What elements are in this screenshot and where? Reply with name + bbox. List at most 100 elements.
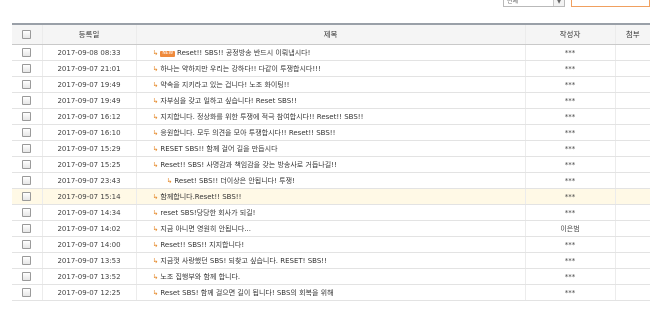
top-search-bar: 전체 ▼ bbox=[0, 0, 650, 13]
table-row[interactable]: 2017-09-07 21:01 ↳ 하나는 약하지만 우리는 강하다!! 다같이 … bbox=[12, 60, 650, 77]
row-author: *** bbox=[524, 108, 615, 125]
table-row[interactable]: 2017-09-07 16:10 ↳ 응원합니다. 모두 의견을 모아 투쟁합시다!… bbox=[12, 124, 650, 141]
table-row[interactable]: 2017-09-07 13:53 ↳ 지금껏 사랑했던 SBS! 되찾고 싶습니다.… bbox=[12, 252, 650, 269]
checkbox-icon[interactable] bbox=[22, 96, 32, 105]
row-author: *** bbox=[524, 284, 615, 301]
author-column-header[interactable]: 작성자 bbox=[524, 23, 615, 45]
row-select-cell bbox=[12, 204, 42, 221]
checkbox-icon[interactable] bbox=[22, 64, 32, 73]
row-title-cell: ↳ Reset!! SBS!! 지지합니다! bbox=[135, 236, 525, 253]
row-select-cell bbox=[12, 284, 42, 301]
row-date: 2017-09-07 16:10 bbox=[41, 124, 136, 141]
checkbox-icon[interactable] bbox=[22, 288, 32, 297]
table-row[interactable]: 2017-09-07 16:12 ↳ 지지합니다. 정상화를 위한 투쟁에 적극 참… bbox=[12, 108, 650, 125]
row-select-cell bbox=[12, 220, 42, 237]
row-select-cell bbox=[12, 236, 42, 253]
row-attachment bbox=[614, 156, 650, 173]
row-date: 2017-09-07 15:29 bbox=[41, 140, 136, 157]
checkbox-icon[interactable] bbox=[22, 30, 32, 40]
checkbox-icon[interactable] bbox=[22, 144, 32, 153]
reply-arrow-icon: ↳ bbox=[152, 272, 159, 281]
row-title-link[interactable]: 하나는 약하지만 우리는 강하다!! 다같이 투쟁합시다!!! bbox=[160, 65, 320, 73]
row-title-link[interactable]: RESET SBS!! 함께 걸어 길을 만듭시다 bbox=[160, 145, 277, 153]
checkbox-icon[interactable] bbox=[22, 256, 32, 265]
table-row[interactable]: 2017-09-07 15:14 ↳ 함께합니다.Reset!! SBS!! *** bbox=[12, 188, 650, 205]
row-attachment bbox=[614, 44, 650, 61]
checkbox-icon[interactable] bbox=[22, 80, 32, 89]
reply-arrow-icon: ↳ bbox=[152, 144, 159, 153]
table-row[interactable]: 2017-09-07 12:25 ↳ Reset SBS! 함께 걸으면 길이 됩니… bbox=[12, 284, 650, 301]
row-date: 2017-09-07 13:52 bbox=[41, 268, 136, 285]
search-input[interactable] bbox=[571, 0, 650, 7]
row-attachment bbox=[614, 204, 650, 221]
row-title-link[interactable]: Reset!! SBS!! 지지합니다! bbox=[160, 241, 244, 249]
row-date: 2017-09-07 14:34 bbox=[41, 204, 136, 221]
table-row[interactable]: 2017-09-07 14:34 ↳ reset SBS!당당한 회사가 되길! **… bbox=[12, 204, 650, 221]
checkbox-icon[interactable] bbox=[22, 208, 32, 217]
checkbox-icon[interactable] bbox=[22, 240, 32, 249]
row-title-link[interactable]: Reset!! SBS! 사명감과 책임감을 갖는 방송사로 거듭나길!! bbox=[160, 161, 336, 169]
row-title-link[interactable]: 지금 아니면 영원히 안됩니다... bbox=[160, 225, 251, 233]
checkbox-icon[interactable] bbox=[22, 272, 32, 281]
row-date: 2017-09-07 19:49 bbox=[41, 76, 136, 93]
row-title-link[interactable]: 응원합니다. 모두 의견을 모아 투쟁합시다!! Reset!! SBS!! bbox=[160, 129, 335, 137]
chevron-down-icon[interactable]: ▼ bbox=[553, 0, 564, 6]
row-attachment bbox=[614, 268, 650, 285]
checkbox-icon[interactable] bbox=[22, 48, 32, 57]
checkbox-icon[interactable] bbox=[22, 224, 32, 233]
table-row[interactable]: 2017-09-07 13:52 ↳ 노조 집행부와 함께 합니다. *** bbox=[12, 268, 650, 285]
select-all-header[interactable] bbox=[12, 23, 42, 45]
row-date: 2017-09-07 14:02 bbox=[41, 220, 136, 237]
row-title-link[interactable]: Reset SBS! 함께 걸으면 길이 됩니다! SBS의 회복을 위해 bbox=[160, 289, 333, 297]
checkbox-icon[interactable] bbox=[22, 192, 32, 201]
row-title-link[interactable]: 지지합니다. 정상화를 위한 투쟁에 적극 참여합시다!! Reset!! SB… bbox=[160, 113, 363, 121]
row-attachment bbox=[614, 284, 650, 301]
table-row[interactable]: 2017-09-08 08:33 ↳ NEW Reset!! SBS!! 공정방송 반… bbox=[12, 44, 650, 61]
row-title-link[interactable]: 약속을 지키라고 있는 겁니다! 노조 화이팅!! bbox=[160, 81, 289, 89]
row-date: 2017-09-07 13:53 bbox=[41, 252, 136, 269]
row-title-link[interactable]: reset SBS!당당한 회사가 되길! bbox=[160, 209, 255, 217]
checkbox-icon[interactable] bbox=[22, 112, 32, 121]
row-title-link[interactable]: 함께합니다.Reset!! SBS!! bbox=[160, 193, 241, 201]
row-attachment bbox=[614, 236, 650, 253]
search-scope-select[interactable]: 전체 ▼ bbox=[503, 0, 565, 7]
row-title-cell: ↳ 응원합니다. 모두 의견을 모아 투쟁합시다!! Reset!! SBS!! bbox=[135, 124, 525, 141]
checkbox-icon[interactable] bbox=[22, 176, 32, 185]
title-column-header[interactable]: 제목 bbox=[135, 23, 525, 45]
date-column-header[interactable]: 등록일 bbox=[41, 23, 136, 45]
reply-arrow-icon: ↳ bbox=[166, 176, 173, 185]
row-title-link[interactable]: Reset!! SBS!! 공정방송 반드시 이뤄냅시다! bbox=[177, 49, 310, 57]
row-select-cell bbox=[12, 268, 42, 285]
row-author: *** bbox=[524, 44, 615, 61]
row-date: 2017-09-07 16:12 bbox=[41, 108, 136, 125]
row-title-link[interactable]: 노조 집행부와 함께 합니다. bbox=[160, 273, 240, 281]
reply-arrow-icon: ↳ bbox=[152, 64, 159, 73]
table-row[interactable]: 2017-09-07 19:49 ↳ 자부심을 갖고 일하고 싶습니다! Reset… bbox=[12, 92, 650, 109]
row-title-link[interactable]: 지금껏 사랑했던 SBS! 되찾고 싶습니다. RESET! SBS!! bbox=[160, 257, 327, 265]
table-row[interactable]: 2017-09-07 15:25 ↳ Reset!! SBS! 사명감과 책임감을 … bbox=[12, 156, 650, 173]
table-row[interactable]: 2017-09-07 23:43 ↳ Reset! SBS!! 더이상은 안됩니다!… bbox=[12, 172, 650, 189]
row-title-cell: ↳ Reset! SBS!! 더이상은 안됩니다! 투쟁! bbox=[135, 172, 525, 189]
reply-arrow-icon: ↳ bbox=[152, 128, 159, 137]
row-title-link[interactable]: Reset! SBS!! 더이상은 안됩니다! 투쟁! bbox=[174, 177, 294, 185]
row-title-cell: ↳ 하나는 약하지만 우리는 강하다!! 다같이 투쟁합시다!!! bbox=[135, 60, 525, 77]
table-row[interactable]: 2017-09-07 15:29 ↳ RESET SBS!! 함께 걸어 길을 만듭… bbox=[12, 140, 650, 157]
reply-arrow-icon: ↳ bbox=[152, 96, 159, 105]
table-row[interactable]: 2017-09-07 14:02 ↳ 지금 아니면 영원히 안됩니다... 이은범 bbox=[12, 220, 650, 237]
row-attachment bbox=[614, 220, 650, 237]
row-title-link[interactable]: 자부심을 갖고 일하고 싶습니다! Reset SBS!! bbox=[160, 97, 296, 105]
reply-arrow-icon: ↳ bbox=[152, 208, 159, 217]
row-attachment bbox=[614, 140, 650, 157]
row-author: *** bbox=[524, 204, 615, 221]
table-row[interactable]: 2017-09-07 14:00 ↳ Reset!! SBS!! 지지합니다! *** bbox=[12, 236, 650, 253]
row-attachment bbox=[614, 124, 650, 141]
checkbox-icon[interactable] bbox=[22, 160, 32, 169]
row-title-cell: ↳ 지금 아니면 영원히 안됩니다... bbox=[135, 220, 525, 237]
checkbox-icon[interactable] bbox=[22, 128, 32, 137]
attachment-column-header[interactable]: 첨부 bbox=[614, 23, 650, 45]
row-select-cell bbox=[12, 124, 42, 141]
row-attachment bbox=[614, 172, 650, 189]
row-date: 2017-09-07 12:25 bbox=[41, 284, 136, 301]
table-row[interactable]: 2017-09-07 19:49 ↳ 약속을 지키라고 있는 겁니다! 노조 화이팅… bbox=[12, 76, 650, 93]
board-table: 등록일 제목 작성자 첨부 2017-09-08 08:33 ↳ NEW Reset!… bbox=[12, 23, 650, 301]
